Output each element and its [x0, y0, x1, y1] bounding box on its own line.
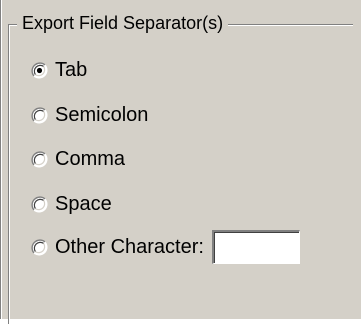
group-title: Export Field Separator(s)	[17, 12, 229, 34]
radio-option-comma[interactable]: Comma	[31, 144, 125, 174]
radio-button-icon[interactable]	[31, 195, 48, 213]
other-character-input[interactable]	[211, 230, 300, 264]
radio-option-tab[interactable]: Tab	[31, 55, 87, 85]
radio-label-other-character: Other Character:	[55, 236, 204, 258]
radio-button-icon[interactable]	[31, 61, 48, 79]
radio-option-semicolon[interactable]: Semicolon	[31, 100, 148, 130]
radio-label-semicolon: Semicolon	[55, 104, 149, 126]
radio-label-comma: Comma	[55, 148, 126, 170]
radio-label-tab: Tab	[55, 59, 88, 81]
radio-option-other-character[interactable]: Other Character:	[31, 229, 300, 265]
export-options-panel: Export Field Separator(s) Tab Semicolon …	[0, 0, 361, 324]
radio-button-icon[interactable]	[31, 106, 48, 124]
radio-label-space: Space	[55, 193, 112, 215]
radio-button-icon[interactable]	[31, 238, 48, 256]
radio-option-space[interactable]: Space	[31, 189, 112, 219]
radio-button-icon[interactable]	[31, 150, 48, 168]
